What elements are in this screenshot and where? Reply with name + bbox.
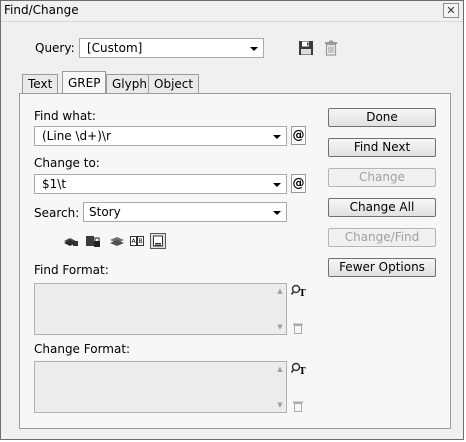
scroll-up-icon[interactable]: ▲	[274, 365, 286, 373]
include-footnotes-icon[interactable]	[150, 233, 166, 249]
find-format-box[interactable]: ▲ ▼	[34, 283, 287, 335]
change-all-button[interactable]: Change All	[328, 198, 436, 217]
trash-icon[interactable]	[324, 40, 338, 56]
change-button[interactable]: Change	[328, 168, 436, 187]
chevron-down-icon	[250, 47, 258, 51]
title-bar: Find/Change ✕	[1, 1, 463, 22]
find-what-value: (Line \d+)\r	[42, 129, 111, 143]
at-symbol-icon[interactable]: @	[291, 174, 306, 193]
at-symbol-icon[interactable]: @	[291, 126, 306, 145]
chevron-down-icon	[273, 135, 281, 139]
find-what-label: Find what:	[34, 109, 96, 123]
svg-text:T: T	[299, 289, 306, 298]
close-button[interactable]: ✕	[443, 3, 459, 18]
include-locked-layers-icon[interactable]	[63, 234, 79, 248]
done-button[interactable]: Done	[328, 108, 436, 127]
scroll-down-icon[interactable]: ▼	[274, 323, 286, 331]
include-hidden-layers-icon[interactable]	[109, 234, 125, 248]
svg-text:T: T	[299, 367, 306, 376]
query-dropdown[interactable]: [Custom]	[79, 38, 264, 58]
tab-text[interactable]: Text	[22, 74, 59, 93]
fewer-options-button[interactable]: Fewer Options	[328, 258, 436, 277]
find-format-scrollbar[interactable]: ▲ ▼	[274, 284, 286, 334]
search-scope-dropdown[interactable]: Story	[83, 202, 287, 222]
change-to-field[interactable]: $1\t	[34, 174, 287, 194]
specify-format-icon[interactable]: T	[291, 362, 307, 376]
window-title: Find/Change	[4, 3, 79, 17]
tab-grep[interactable]: GREP	[62, 71, 107, 94]
change-format-scrollbar[interactable]: ▲ ▼	[274, 362, 286, 412]
change-format-label: Change Format:	[34, 342, 131, 356]
tab-glyph[interactable]: Glyph	[106, 74, 153, 93]
find-format-label: Find Format:	[34, 263, 109, 277]
specify-format-icon[interactable]: T	[291, 284, 307, 298]
query-value: [Custom]	[87, 41, 143, 55]
scroll-down-icon[interactable]: ▼	[274, 401, 286, 409]
change-find-button[interactable]: Change/Find	[328, 228, 436, 247]
clear-format-trash-icon[interactable]	[292, 400, 304, 412]
floppy-disk-icon[interactable]	[298, 40, 314, 56]
svg-text:B: B	[139, 238, 143, 245]
chevron-down-icon	[273, 211, 281, 215]
find-change-dialog: Find/Change ✕ Query: [Custom] Text GREP …	[0, 0, 464, 440]
change-format-box[interactable]: ▲ ▼	[34, 361, 287, 413]
find-what-field[interactable]: (Line \d+)\r	[34, 126, 287, 146]
search-scope-value: Story	[89, 205, 121, 219]
change-to-value: $1\t	[42, 177, 67, 191]
chevron-down-icon	[273, 183, 281, 187]
include-locked-stories-icon[interactable]	[85, 234, 101, 248]
scroll-up-icon[interactable]: ▲	[274, 287, 286, 295]
include-master-pages-icon[interactable]: A B	[129, 234, 145, 248]
find-next-button[interactable]: Find Next	[328, 138, 436, 157]
tab-object[interactable]: Object	[148, 74, 200, 93]
query-label: Query:	[35, 41, 75, 55]
clear-format-trash-icon[interactable]	[292, 322, 304, 334]
search-label: Search:	[34, 206, 80, 220]
change-to-label: Change to:	[34, 156, 100, 170]
